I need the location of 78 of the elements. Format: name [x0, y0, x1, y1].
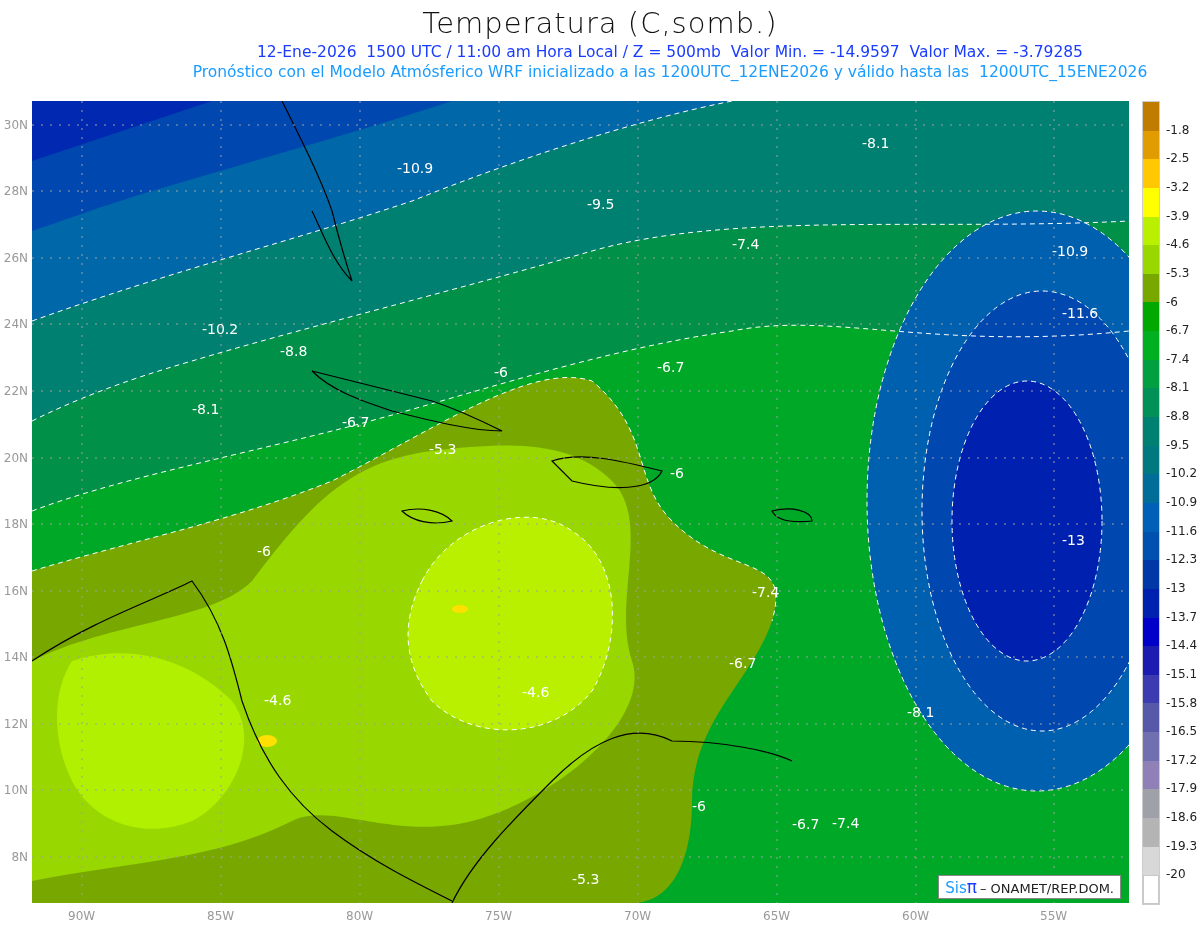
- longitude-label: 90W: [68, 909, 96, 923]
- latitude-label: 10N: [3, 783, 28, 797]
- contour-label: -7.4: [732, 236, 760, 252]
- scale-label: -20: [1166, 867, 1186, 882]
- scale-label: -12.3: [1166, 552, 1198, 567]
- contour-label: -6.7: [657, 359, 685, 375]
- contour-label: -10.9: [397, 160, 434, 176]
- credit-text: – ONAMET/REP.DOM.: [979, 881, 1114, 896]
- scale-label: -11.6: [1166, 523, 1198, 538]
- scale-label: -17.9: [1166, 781, 1198, 796]
- contour-label: -7.4: [832, 815, 860, 831]
- longitude-label: 85W: [207, 909, 235, 923]
- contour-label: -6: [257, 543, 271, 559]
- scale-label: -9.5: [1166, 437, 1190, 452]
- contour-label: -4.6: [522, 684, 550, 700]
- chart-subtitle: Pronóstico con el Modelo Atmósferico WRF inicializado a las 1200UTC_12ENE2026 y válido hasta las 1200UTC_15ENE2026: [192, 62, 1148, 82]
- scale-label: -3.9: [1166, 208, 1190, 223]
- contour-label: -6: [494, 364, 508, 380]
- scale-label: -1.8: [1166, 122, 1190, 137]
- longitude-label: 65W: [763, 909, 791, 923]
- scale-label: -5.3: [1166, 265, 1190, 280]
- contour-label: -6.7: [792, 816, 820, 832]
- latitude-label: 20N: [3, 451, 28, 465]
- latitude-label: 12N: [3, 717, 28, 731]
- latitude-label: 24N: [3, 317, 28, 331]
- scale-label: -4.6: [1166, 237, 1190, 252]
- scale-label: -14.4: [1166, 638, 1198, 653]
- chart-subtitle: 12-Ene-2026 1500 UTC / 11:00 am Hora Local / Z = 500mb Valor Min. = -14.9597 Valor Max. = -3.79285: [257, 42, 1083, 62]
- scale-label: -18.6: [1166, 810, 1198, 825]
- contour-label: -11.6: [1062, 305, 1099, 321]
- contour-label: -9.5: [587, 196, 615, 212]
- longitude-label: 55W: [1040, 909, 1068, 923]
- scale-label: -10.2: [1166, 466, 1198, 481]
- contour-label: -6: [670, 465, 684, 481]
- contour-label: -8.1: [862, 135, 890, 151]
- scale-label: -3.2: [1166, 179, 1190, 194]
- contour-label: -10.2: [202, 321, 239, 337]
- latitude-label: 30N: [3, 118, 28, 132]
- contour-label: -6.7: [342, 414, 370, 430]
- contour-label: -5.3: [429, 441, 457, 457]
- latitude-label: 8N: [11, 850, 28, 864]
- chart-title: Temperatura (C,somb.): [422, 5, 778, 42]
- scale-label: -17.2: [1166, 752, 1198, 767]
- latitude-label: 26N: [3, 251, 28, 265]
- latitude-label: 14N: [3, 650, 28, 664]
- scale-label: -15.1: [1166, 666, 1198, 681]
- contour-label: -4.6: [264, 692, 292, 708]
- latitude-label: 18N: [3, 517, 28, 531]
- longitude-label: 75W: [485, 909, 513, 923]
- contour-label: -8.1: [907, 704, 935, 720]
- contour-label: -10.9: [1052, 243, 1089, 259]
- contour-label: -7.4: [752, 584, 780, 600]
- scale-label: -8.1: [1166, 380, 1190, 395]
- logo-text: Sis: [945, 879, 967, 897]
- contour-label: -6.7: [729, 655, 757, 671]
- scale-label: -2.5: [1166, 151, 1190, 166]
- scale-label: -7.4: [1166, 351, 1190, 366]
- logo-symbol: π: [966, 877, 977, 897]
- scale-label: -10.9: [1166, 495, 1198, 509]
- scale-label: -6.7: [1166, 323, 1190, 338]
- scale-label: -6: [1166, 294, 1178, 309]
- contour-label: -13: [1062, 532, 1085, 548]
- longitude-label: 70W: [624, 909, 652, 923]
- latitude-label: 22N: [3, 384, 28, 398]
- scale-label: -13.7: [1166, 609, 1198, 624]
- latitude-label: 16N: [3, 584, 28, 598]
- contour-label: -6: [692, 798, 706, 814]
- longitude-label: 60W: [902, 909, 930, 923]
- scale-label: -15.8: [1166, 695, 1198, 710]
- contour-label: -8.1: [192, 401, 220, 417]
- scale-label: -16.5: [1166, 724, 1198, 739]
- latitude-label: 28N: [3, 184, 28, 198]
- longitude-label: 80W: [346, 909, 374, 923]
- scale-label: -19.3: [1166, 838, 1198, 853]
- scale-label: -8.8: [1166, 409, 1190, 424]
- contour-label: -5.3: [572, 871, 600, 887]
- contour-label: -8.8: [280, 343, 308, 359]
- scale-label: -13: [1166, 580, 1186, 595]
